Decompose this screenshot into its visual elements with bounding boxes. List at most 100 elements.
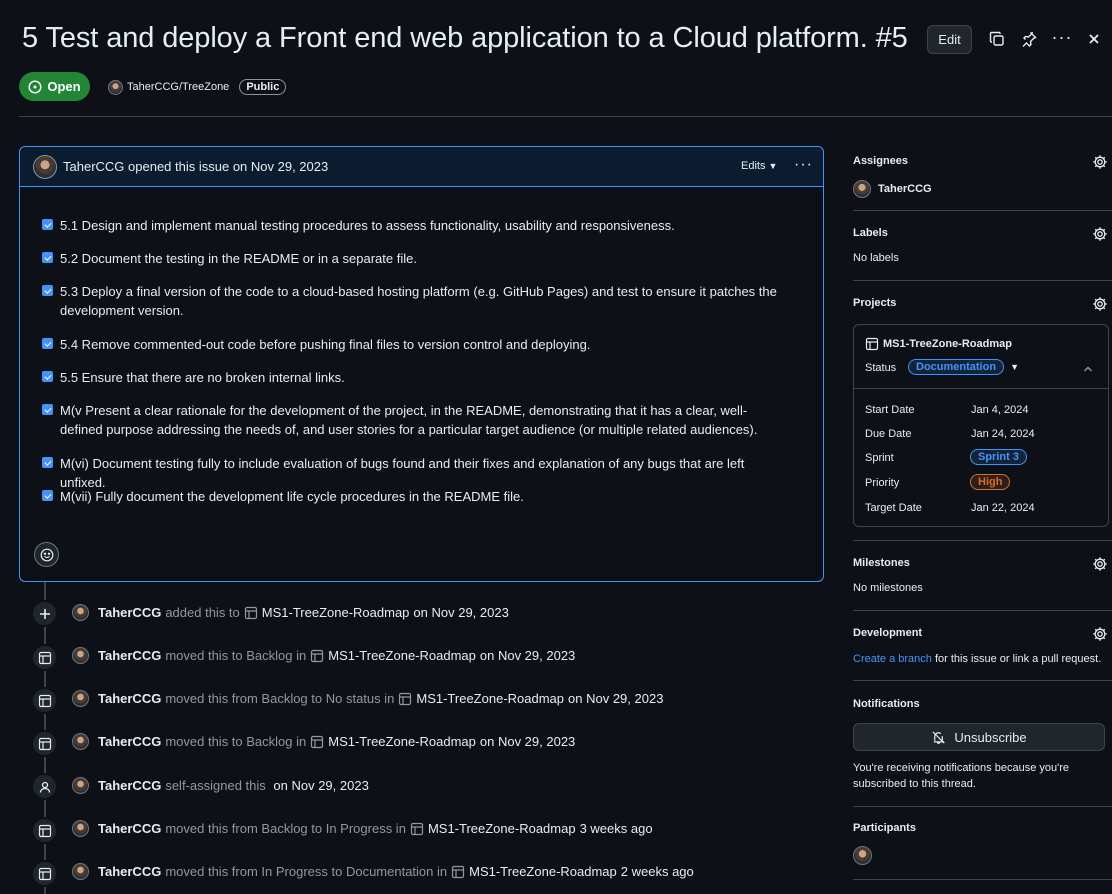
field-value[interactable]: Jan 24, 2024 xyxy=(971,428,1035,440)
timeline-event: TaherCCG moved this from Backlog to In Pr… xyxy=(72,820,653,837)
chevron-up-icon[interactable] xyxy=(1082,363,1094,375)
event-action: moved this from Backlog to No status in xyxy=(165,691,395,706)
event-user[interactable]: TaherCCG xyxy=(98,734,161,749)
issue-state-badge: Open xyxy=(19,72,90,101)
event-project[interactable]: MS1-TreeZone-Roadmap xyxy=(428,821,576,836)
avatar[interactable] xyxy=(72,733,89,750)
project-table-icon xyxy=(865,337,879,351)
assignees-gear-icon[interactable] xyxy=(1092,154,1108,170)
timeline-event: TaherCCG added this to MS1-TreeZone-Roadma… xyxy=(72,604,509,621)
field-value[interactable]: High xyxy=(970,473,1011,490)
event-user[interactable]: TaherCCG xyxy=(98,691,161,706)
more-options-icon[interactable]: ··· xyxy=(1051,26,1073,48)
avatar[interactable] xyxy=(72,820,89,837)
task-text: M(v Present a clear rationale for the de… xyxy=(60,403,758,437)
avatar[interactable] xyxy=(72,863,89,880)
event-user[interactable]: TaherCCG xyxy=(98,821,161,836)
comment-options-icon[interactable]: ··· xyxy=(794,156,813,174)
event-action: moved this to Backlog in xyxy=(165,734,307,749)
issue-body: TaherCCG opened this issue on Nov 29, 20… xyxy=(19,146,824,582)
copy-icon[interactable] xyxy=(986,28,1008,50)
header-divider xyxy=(19,116,1112,117)
task-text: 5.3 Deploy a final version of the code t… xyxy=(60,284,777,318)
avatar[interactable] xyxy=(72,777,89,794)
status-label: Status xyxy=(865,362,897,374)
event-action: added this to xyxy=(165,605,240,620)
checkbox-checked-icon[interactable] xyxy=(42,490,53,501)
labels-gear-icon[interactable] xyxy=(1092,226,1108,242)
event-project[interactable]: MS1-TreeZone-Roadmap xyxy=(416,691,564,706)
development-text: Create a branch for this issue or link a… xyxy=(853,653,1101,665)
checkbox-checked-icon[interactable] xyxy=(42,338,53,349)
issue-title: 5 Test and deploy a Front end web applic… xyxy=(22,22,908,54)
edits-dropdown[interactable]: Edits ▼ xyxy=(741,160,777,172)
participant-avatar[interactable] xyxy=(853,846,872,865)
sidebar-divider xyxy=(853,540,1112,541)
field-value[interactable]: Sprint 3 xyxy=(970,448,1027,465)
timeline-event: TaherCCG moved this to Backlog in MS1-Tree… xyxy=(72,733,575,750)
event-project[interactable]: MS1-TreeZone-Roadmap xyxy=(328,648,476,663)
timeline-event: TaherCCG moved this to Backlog in MS1-Tree… xyxy=(72,647,575,664)
field-value[interactable]: Jan 4, 2024 xyxy=(971,404,1029,416)
sidebar-divider xyxy=(853,210,1112,211)
development-heading: Development xyxy=(853,627,923,639)
create-branch-link[interactable]: Create a branch xyxy=(853,653,932,665)
issue-open-icon xyxy=(28,79,42,94)
task-text: M(vii) Fully document the development li… xyxy=(60,489,524,504)
participants-heading: Participants xyxy=(853,822,916,834)
event-project[interactable]: MS1-TreeZone-Roadmap xyxy=(328,734,476,749)
checkbox-checked-icon[interactable] xyxy=(42,457,53,468)
table-icon xyxy=(31,730,58,757)
smiley-icon xyxy=(40,548,53,561)
event-user[interactable]: TaherCCG xyxy=(98,605,161,620)
field-label: Priority xyxy=(865,477,900,489)
avatar[interactable] xyxy=(72,647,89,664)
avatar[interactable] xyxy=(72,604,89,621)
checkbox-checked-icon[interactable] xyxy=(42,285,53,296)
repo-owner-avatar xyxy=(108,79,123,95)
development-gear-icon[interactable] xyxy=(1092,626,1108,642)
project-table-icon xyxy=(410,822,424,835)
event-project[interactable]: MS1-TreeZone-Roadmap xyxy=(262,605,410,620)
add-reaction-button[interactable] xyxy=(34,542,59,567)
sprint-pill: Sprint 3 xyxy=(970,449,1027,465)
checkbox-checked-icon[interactable] xyxy=(42,404,53,415)
event-date: on Nov 29, 2023 xyxy=(413,605,509,620)
repo-link[interactable]: TaherCCG/TreeZone Public xyxy=(108,79,287,95)
repo-name[interactable]: TaherCCG/TreeZone xyxy=(127,81,229,93)
task-item: 5.5 Ensure that there are no broken inte… xyxy=(42,368,782,387)
pin-icon[interactable] xyxy=(1018,28,1040,50)
edit-title-button[interactable]: Edit xyxy=(927,25,972,54)
assignee-name[interactable]: TaherCCG xyxy=(878,183,932,195)
milestones-gear-icon[interactable] xyxy=(1092,556,1108,572)
notifications-heading: Notifications xyxy=(853,698,920,710)
event-user[interactable]: TaherCCG xyxy=(98,864,161,879)
task-item: M(vii) Fully document the development li… xyxy=(42,487,782,506)
project-title-row[interactable]: MS1-TreeZone-Roadmap xyxy=(865,337,1012,351)
development-rest: for this issue or link a pull request. xyxy=(931,653,1102,665)
event-date: on Nov 29, 2023 xyxy=(479,734,576,749)
field-value[interactable]: Jan 22, 2024 xyxy=(971,502,1035,514)
labels-value: No labels xyxy=(853,252,899,264)
sidebar-divider xyxy=(853,806,1112,807)
status-dropdown[interactable]: Documentation ▼ xyxy=(908,359,1019,375)
unsubscribe-button[interactable]: Unsubscribe xyxy=(853,723,1105,751)
event-date: 2 weeks ago xyxy=(620,864,694,879)
event-project[interactable]: MS1-TreeZone-Roadmap xyxy=(469,864,617,879)
project-name[interactable]: MS1-TreeZone-Roadmap xyxy=(883,338,1012,350)
checkbox-checked-icon[interactable] xyxy=(42,371,53,382)
task-text: 5.2 Document the testing in the README o… xyxy=(60,251,417,266)
bell-slash-icon xyxy=(932,730,946,744)
avatar[interactable] xyxy=(72,690,89,707)
event-user[interactable]: TaherCCG xyxy=(98,778,161,793)
projects-gear-icon[interactable] xyxy=(1092,296,1108,312)
close-icon[interactable] xyxy=(1083,28,1105,50)
author-avatar[interactable] xyxy=(33,155,57,179)
event-user[interactable]: TaherCCG xyxy=(98,648,161,663)
checkbox-checked-icon[interactable] xyxy=(42,252,53,263)
assignee-item[interactable]: TaherCCG xyxy=(853,180,932,198)
timeline-event: TaherCCG moved this from In Progress to D… xyxy=(72,863,694,880)
event-action: moved this from Backlog to In Progress i… xyxy=(165,821,406,836)
checkbox-checked-icon[interactable] xyxy=(42,219,53,230)
avatar xyxy=(853,180,871,198)
